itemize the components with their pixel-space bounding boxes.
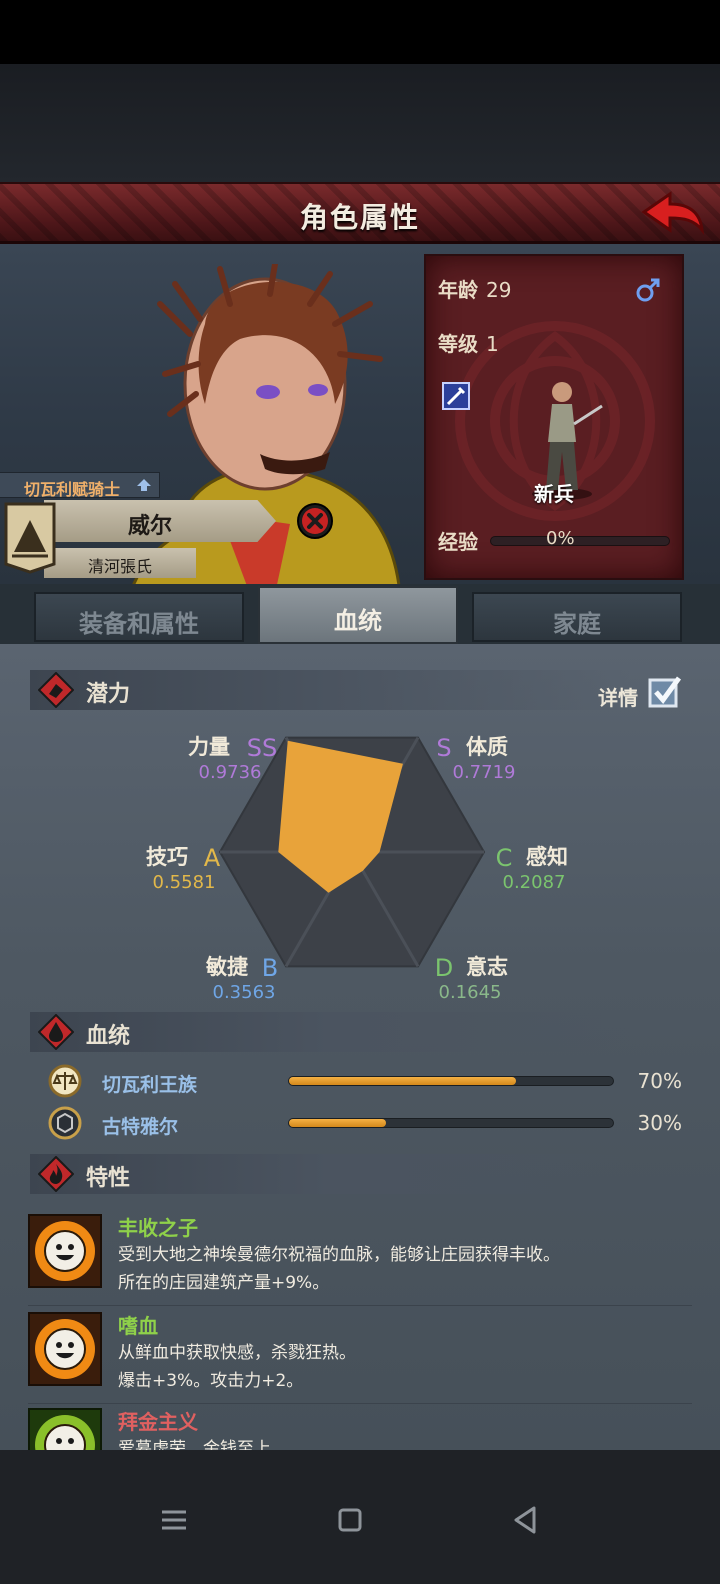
bloodline-name: 切瓦利王族	[102, 1074, 198, 1096]
bloodline-row[interactable]: 古特雅尔 30%	[48, 1106, 698, 1140]
traits-header: 特性	[30, 1154, 630, 1194]
flame-icon	[38, 1156, 74, 1192]
tab-equipment[interactable]: 装备和属性	[34, 592, 244, 642]
rank-up-icon	[137, 479, 151, 491]
bloodline-bar-fill	[289, 1119, 387, 1127]
bloodline-percent: 30%	[637, 1111, 682, 1135]
stat-name: 意志	[466, 955, 508, 979]
potential-radar-chart: 力量 SS0.9736 体质 S0.7719 感知 C0.2087 意志 D0.1645 敏捷 B…	[146, 734, 568, 1003]
stat-value: 0.9736	[199, 762, 262, 783]
status-bar	[0, 0, 720, 64]
smiley-sun-icon	[28, 1214, 102, 1288]
stat-value: 0.1645	[439, 982, 502, 1003]
trait-item[interactable]: 嗜血 从鲜血中获取快感，杀戮狂热。 爆击+3%。攻击力+2。	[28, 1308, 692, 1404]
character-name: 威尔	[127, 514, 172, 539]
exp-label: 经验	[438, 530, 478, 554]
stat-grade: C	[496, 844, 513, 872]
rank-tag: 切瓦利赋骑士	[0, 472, 160, 499]
bloodline-percent: 70%	[637, 1069, 682, 1093]
stat-name: 体质	[466, 735, 508, 759]
age-label: 年龄	[438, 278, 478, 302]
age-value: 29	[486, 278, 512, 302]
trait-name: 丰收之子	[118, 1216, 198, 1240]
trait-name: 拜金主义	[118, 1410, 198, 1434]
stat-grade: D	[435, 954, 453, 982]
stat-value: 0.5581	[153, 872, 216, 893]
exp-value: 0%	[546, 528, 575, 549]
stat-grade: B	[262, 954, 278, 982]
page-title: 角色属性	[299, 201, 420, 234]
system-nav-bar	[0, 1450, 720, 1584]
bloodline-bar-fill	[289, 1077, 516, 1085]
blood-drop-icon	[38, 1014, 74, 1050]
tab-family[interactable]: 家庭	[472, 592, 682, 642]
bloodline-title: 血统	[86, 1024, 131, 1049]
menu-icon[interactable]	[154, 1500, 194, 1540]
bloodline-header: 血统	[30, 1012, 630, 1052]
stat-name: 力量	[188, 735, 230, 759]
level-value: 1	[486, 332, 499, 356]
crest-icon	[48, 1106, 82, 1140]
tab-family-label: 家庭	[553, 610, 601, 638]
level-row: 等级 1	[438, 328, 499, 357]
house-banner-icon[interactable]	[4, 502, 56, 574]
stat-name: 技巧	[146, 845, 188, 869]
male-icon	[636, 278, 660, 302]
trait-item[interactable]: 拜金主义 爱慕虚荣，金钱至上。	[28, 1404, 692, 1450]
stat-grade: A	[204, 844, 221, 872]
home-icon[interactable]	[330, 1500, 370, 1540]
stat-name: 敏捷	[205, 955, 248, 979]
info-card: 年龄 29 等级 1 新兵 经验 0%	[424, 254, 684, 580]
smiley-green-icon	[28, 1408, 102, 1450]
scales-icon	[48, 1064, 82, 1098]
house-name: 清河張氏	[87, 557, 152, 576]
trait-description: 受到大地之神埃曼德尔祝福的血脉，能够让庄园获得丰收。	[118, 1245, 560, 1265]
dismiss-icon[interactable]	[296, 502, 334, 540]
exp-bar	[490, 536, 670, 546]
title-bar: 角色属性	[0, 182, 720, 244]
smiley-sun-icon	[28, 1312, 102, 1386]
stat-value: 0.3563	[213, 982, 276, 1003]
back-icon[interactable]	[506, 1500, 546, 1540]
tab-bloodline[interactable]: 血统	[258, 586, 458, 644]
content-panel: 潜力 详情 力量 SS 0.9736 体质 S 0.7719 感知 C 0.2087 意志 D 0.1…	[0, 644, 720, 1450]
stat-grade: S	[436, 734, 451, 762]
tab-equipment-label: 装备和属性	[79, 610, 199, 638]
house-plate: 清河張氏	[44, 548, 196, 578]
back-arrow-icon[interactable]	[640, 190, 706, 240]
rank-label: 切瓦利赋骑士	[24, 480, 121, 499]
top-spacer	[0, 64, 720, 182]
stat-value: 0.2087	[503, 872, 566, 893]
traits-title: 特性	[86, 1166, 131, 1191]
trait-item[interactable]: 丰收之子 受到大地之神埃曼德尔祝福的血脉，能够让庄园获得丰收。 所在的庄园建筑产…	[28, 1210, 692, 1306]
trait-description: 从鲜血中获取快感，杀戮狂热。	[118, 1343, 356, 1363]
bloodline-name: 古特雅尔	[102, 1116, 179, 1138]
class-name: 新兵	[534, 482, 574, 506]
name-plate[interactable]: 威尔	[44, 500, 276, 542]
dagger-class-icon	[442, 382, 470, 410]
stat-value: 0.7719	[453, 762, 516, 783]
stat-grade: SS	[247, 734, 277, 762]
tab-bloodline-label: 血统	[334, 607, 382, 635]
trait-effect: 所在的庄园建筑产量+9%。	[118, 1273, 330, 1293]
bloodline-bar	[288, 1076, 614, 1086]
level-label: 等级	[438, 332, 478, 356]
stat-name: 感知	[526, 845, 568, 869]
bloodline-row[interactable]: 切瓦利王族 70%	[48, 1064, 698, 1098]
tab-bar: 装备和属性 血统 家庭	[0, 584, 720, 644]
trait-name: 嗜血	[118, 1314, 158, 1338]
trait-description: 爱慕虚荣，金钱至上。	[118, 1439, 288, 1450]
trait-effect: 爆击+3%。攻击力+2。	[118, 1371, 304, 1391]
age-row: 年龄 29	[438, 274, 511, 303]
bloodline-bar	[288, 1118, 614, 1128]
